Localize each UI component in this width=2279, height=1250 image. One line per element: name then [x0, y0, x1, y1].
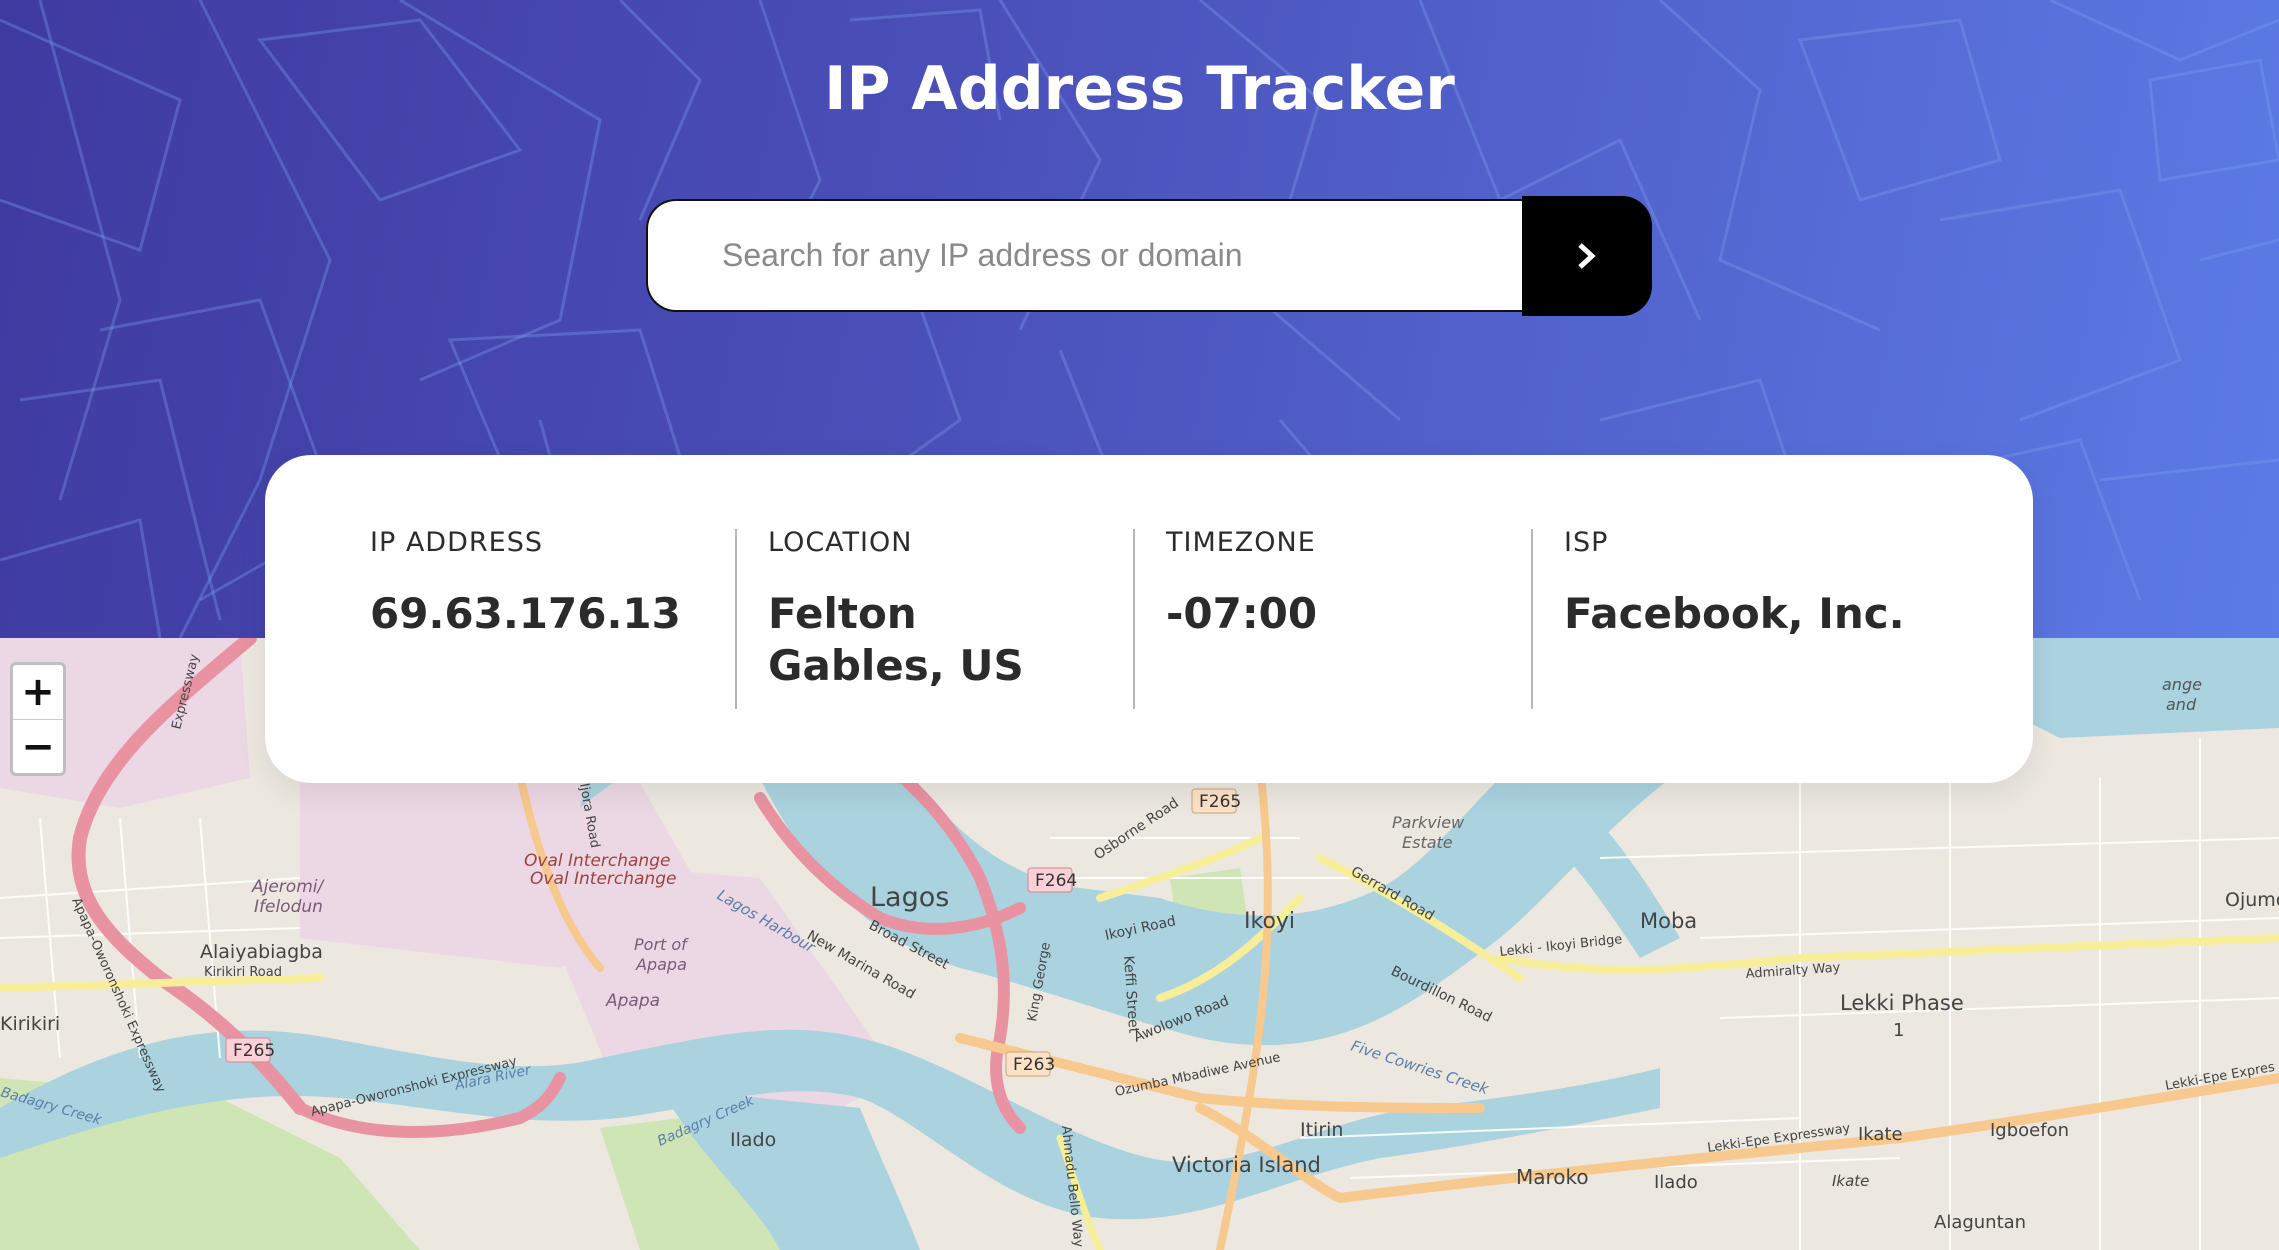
road-shield-f264: F264 [1035, 871, 1077, 891]
map-label-victoria-island: Victoria Island [1172, 1153, 1321, 1177]
map-label-ikoyi: Ikoyi [1244, 909, 1295, 934]
isp-label: ISP [1564, 527, 1609, 558]
map-label-ajeromi: Ajeromi/ [251, 877, 325, 897]
map-label-lekki-phase-num: 1 [1893, 1020, 1904, 1041]
zoom-in-button[interactable]: + [13, 665, 63, 720]
map-label-alaiyabiagba: Alaiyabiagba [200, 941, 323, 963]
location-section: LOCATION Felton Gables, US [768, 527, 1108, 692]
page-title: IP Address Tracker [824, 54, 1455, 124]
map-label-port-of: Port of [634, 935, 689, 954]
search-bar [646, 196, 1652, 316]
map-label-oval-1: Oval Interchange [524, 851, 670, 871]
map-label-parkview-2: Estate [1402, 833, 1453, 852]
chevron-right-icon [1578, 243, 1596, 269]
map-label-lekki-phase: Lekki Phase [1840, 991, 1964, 1015]
road-shield-f265-left: F265 [233, 1041, 275, 1061]
map-label-ilado-left: Ilado [730, 1129, 776, 1151]
road-shield-f263: F263 [1013, 1055, 1055, 1075]
ip-info-card: IP ADDRESS 69.63.176.13 LOCATION Felton … [265, 455, 2033, 783]
map-label-lagos: Lagos [870, 882, 949, 913]
map-label-ifelodun: Ifelodun [254, 897, 323, 917]
map-label-alaguntan: Alaguntan [1934, 1212, 2026, 1233]
road-shield-f265-top: F265 [1199, 792, 1241, 812]
map-label-ange-2: and [2166, 695, 2197, 714]
map-label-maroko: Maroko [1516, 1165, 1589, 1189]
ip-address-label: IP ADDRESS [370, 527, 543, 558]
map-label-ilado-right: Ilado [1654, 1172, 1698, 1193]
divider [735, 529, 737, 709]
map-label-parkview-1: Parkview [1392, 813, 1465, 832]
search-button[interactable] [1522, 196, 1652, 316]
zoom-control: + − [10, 662, 66, 776]
location-value: Felton Gables, US [768, 589, 1024, 690]
map-label-ojumo: Ojumo [2225, 889, 2279, 911]
map-label-oval-2: Oval Interchange [530, 869, 676, 889]
ip-address-section: IP ADDRESS 69.63.176.13 [370, 527, 710, 640]
search-input[interactable] [646, 199, 1522, 312]
timezone-label: TIMEZONE [1166, 527, 1316, 558]
map-label-igboefon: Igboefon [1990, 1120, 2069, 1141]
ip-address-value: 69.63.176.13 [370, 589, 681, 638]
map-label-kirikiri: Kirikiri [0, 1013, 60, 1035]
map-label-kirikiri-road: Kirikiri Road [204, 965, 282, 980]
divider [1531, 529, 1533, 709]
location-label: LOCATION [768, 527, 913, 558]
map-label-itirin: Itirin [1300, 1119, 1343, 1141]
isp-section: ISP Facebook, Inc. [1564, 527, 1984, 640]
map-label-ikate-small: Ikate [1832, 1172, 1869, 1190]
map-label-apapa: Apapa [605, 991, 660, 1011]
timezone-value: -07:00 [1166, 589, 1318, 638]
map-label-apapa-port: Apapa [635, 955, 687, 974]
zoom-out-button[interactable]: − [13, 720, 63, 774]
divider [1133, 529, 1135, 709]
map-label-ikate: Ikate [1858, 1124, 1903, 1145]
isp-value: Facebook, Inc. [1564, 589, 1905, 638]
map-label-moba: Moba [1640, 909, 1697, 933]
map-label-ange-1: ange [2162, 675, 2202, 694]
timezone-section: TIMEZONE -07:00 [1166, 527, 1506, 640]
